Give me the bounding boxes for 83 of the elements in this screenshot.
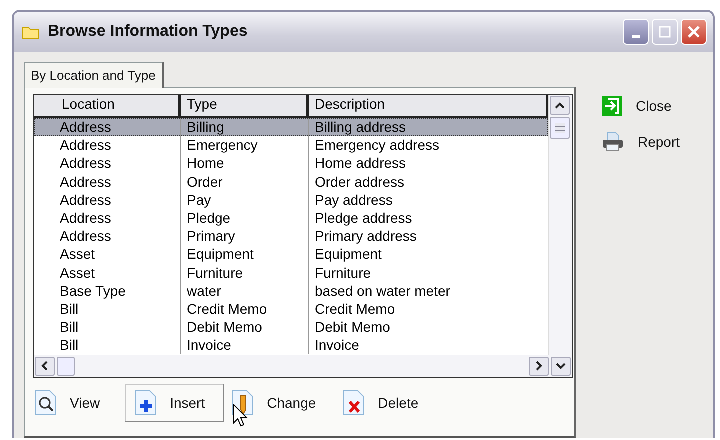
table-cell: Asset — [34, 245, 181, 264]
table-row[interactable]: Address Home Home address — [34, 154, 548, 173]
chevron-right-icon — [535, 361, 543, 371]
table-row[interactable]: Address Emergency Emergency address — [34, 136, 548, 154]
table-row[interactable]: Address Order Order address — [34, 172, 548, 191]
table-cell-text: Debit Memo — [314, 318, 392, 336]
tab[interactable]: By Location and Type — [24, 62, 164, 88]
table-cell-text: Credit Memo — [314, 300, 396, 318]
maximize-icon — [659, 26, 671, 38]
chevron-down-icon — [556, 362, 566, 370]
view-button[interactable]: View — [33, 384, 120, 422]
mouse-cursor-icon — [233, 404, 249, 428]
table-cell: Address — [34, 136, 181, 154]
table-cell-text: Pledge address — [314, 208, 414, 228]
table-cell: Furniture — [181, 264, 309, 282]
close-icon — [688, 26, 700, 38]
vertical-scrollbar[interactable] — [548, 95, 572, 355]
horizontal-scrollbar[interactable] — [34, 355, 572, 377]
scroll-down-button[interactable] — [551, 356, 571, 376]
table-cell: Invoice — [181, 336, 309, 354]
table-row[interactable]: Bill Debit Memo Debit Memo — [34, 318, 548, 336]
table-row[interactable]: Address Pledge Pledge address — [34, 208, 548, 228]
table-cell-text: Primary address — [314, 227, 418, 246]
table-cell: Bill — [34, 318, 181, 336]
table-cell-text: based on water meter — [314, 282, 452, 300]
table-cell-text: Emergency address — [314, 136, 441, 154]
scroll-thumb[interactable] — [550, 117, 570, 139]
table-cell: Bill — [34, 336, 181, 354]
table-cell-text: Order address — [314, 172, 406, 191]
chevron-left-icon — [41, 361, 49, 371]
magnifier-document-icon — [34, 390, 58, 416]
table-cell-text: Pay address — [314, 190, 394, 209]
close-button[interactable] — [681, 19, 707, 45]
insert-button[interactable]: Insert — [125, 384, 224, 422]
scroll-left-button[interactable] — [35, 356, 55, 376]
table-cell: Emergency — [181, 136, 309, 154]
printer-icon — [602, 132, 624, 152]
x-document-icon — [342, 390, 366, 416]
table-cell: Address — [34, 154, 181, 173]
table-cell-text: Furniture — [314, 264, 372, 282]
table-cell: Address — [34, 208, 181, 228]
minimize-button[interactable] — [623, 19, 649, 45]
table-cell: Address — [34, 227, 181, 246]
scroll-thumb[interactable] — [57, 356, 75, 376]
table-row[interactable]: Address Pay Pay address — [34, 190, 548, 209]
table-cell: Equipment — [181, 245, 309, 264]
table-cell: Pledge — [181, 208, 309, 228]
table-row[interactable]: Bill Credit Memo Credit Memo — [34, 300, 548, 318]
delete-button[interactable]: Delete — [341, 384, 438, 422]
table-cell-text: Invoice — [314, 336, 360, 354]
table-cell: Debit Memo — [181, 318, 309, 336]
scroll-up-button[interactable] — [550, 96, 570, 115]
table-cell: Address — [34, 118, 181, 136]
scroll-right-button[interactable] — [529, 356, 549, 376]
table-row[interactable]: Address Primary Primary address — [34, 227, 548, 246]
table-cell: Order — [181, 172, 309, 191]
table-cell: Asset — [34, 264, 181, 282]
table-row[interactable]: Address Billing Billing address — [34, 118, 548, 136]
table-cell: Home — [181, 154, 309, 173]
table-row[interactable]: Bill Invoice Invoice — [34, 336, 548, 354]
table-cell-text: Equipment — [314, 245, 383, 264]
report-button[interactable]: Report — [602, 132, 680, 152]
folder-icon — [22, 24, 40, 40]
table-cell: Primary — [181, 227, 309, 246]
table-row[interactable]: Asset Equipment Equipment — [34, 245, 548, 264]
table-cell-text: Home address — [314, 154, 408, 173]
plus-document-icon — [134, 390, 158, 416]
table-cell: Address — [34, 190, 181, 209]
table-cell: Billing — [181, 118, 309, 136]
window-title: Browse Information Types — [48, 23, 249, 41]
table-cell: Base Type — [34, 282, 181, 300]
table-cell: Address — [34, 172, 181, 191]
table-row[interactable]: Asset Furniture Furniture — [34, 264, 548, 282]
table-cell: Pay — [181, 190, 309, 209]
chevron-up-icon — [555, 102, 565, 110]
table-cell: Credit Memo — [181, 300, 309, 318]
table-cell-text: Billing address — [314, 118, 408, 136]
table-cell: water — [181, 282, 309, 300]
exit-icon — [602, 96, 622, 116]
minimize-icon — [632, 34, 640, 38]
table-row[interactable]: Base Type water based on water meter — [34, 282, 548, 300]
table-cell: Bill — [34, 300, 181, 318]
close-button[interactable]: Close — [602, 96, 680, 116]
